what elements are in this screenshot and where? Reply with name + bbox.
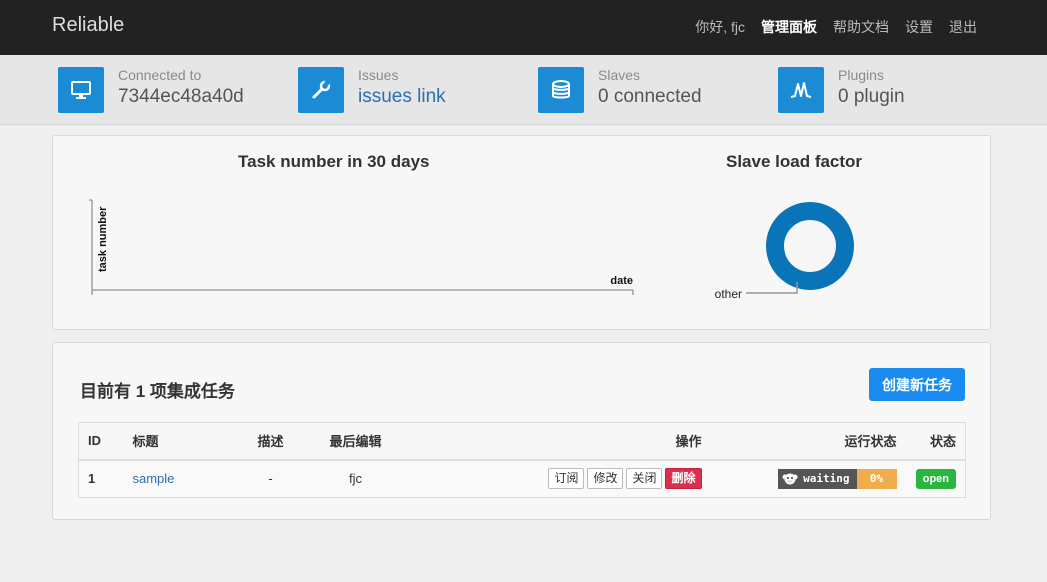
subscribe-button[interactable]: 订阅	[548, 468, 585, 490]
run-status-badge: waiting 0%	[778, 468, 897, 489]
tasks-heading: 目前有 1 项集成任务	[80, 382, 235, 401]
database-icon	[538, 67, 584, 113]
task-ops-cell: 订阅 修改 关闭 删除	[410, 459, 711, 498]
run-status-left: waiting	[778, 468, 857, 489]
nav-logout[interactable]: 退出	[949, 17, 977, 37]
task-title-link[interactable]: sample	[133, 471, 175, 486]
col-title: 标题	[122, 422, 241, 461]
stat-slaves-value: 0 connected	[598, 86, 702, 107]
table-row: 1 sample - fjc 订阅 修改 关闭 删除 waiting 0% op…	[78, 459, 966, 498]
greeting-label: 你好,	[695, 19, 728, 35]
nav-help-docs[interactable]: 帮助文档	[833, 17, 889, 37]
col-last-edit: 最后编辑	[300, 422, 411, 461]
col-status: 状态	[906, 422, 966, 461]
col-desc: 描述	[240, 422, 301, 461]
stats-bar: Connected to 7344ec48a40d Issues issues …	[0, 55, 1047, 125]
nav-admin-panel[interactable]: 管理面板	[761, 17, 817, 37]
x-axis-label: date	[610, 275, 633, 287]
table-header-row: ID 标题 描述 最后编辑 操作 运行状态 状态	[78, 422, 966, 461]
col-run-status: 运行状态	[710, 422, 907, 461]
create-task-button[interactable]: 创建新任务	[869, 368, 965, 401]
delete-button[interactable]: 删除	[665, 468, 702, 490]
col-id: ID	[78, 422, 123, 461]
progress-text: 0%	[856, 468, 897, 489]
username: fjc	[731, 19, 745, 35]
tasks-panel: 目前有 1 项集成任务 创建新任务 ID 标题 描述 最后编辑 操作 运行状态 …	[52, 342, 991, 520]
slave-donut-chart: other	[715, 202, 854, 301]
wrench-icon	[298, 67, 344, 113]
close-button[interactable]: 关闭	[626, 468, 663, 490]
slave-chart-title: Slave load factor	[726, 152, 863, 171]
task-status-cell: open	[906, 459, 966, 498]
status-badge: open	[915, 468, 956, 489]
navbar: Reliable 你好, fjc 管理面板 帮助文档 设置 退出	[0, 0, 1047, 55]
task-id: 1	[78, 459, 123, 498]
task-title-cell: sample	[122, 459, 241, 498]
stat-slaves-label: Slaves	[598, 67, 641, 83]
tasks-table: ID 标题 描述 最后编辑 操作 运行状态 状态 1 sample - fjc …	[78, 422, 966, 498]
slice-label-other: other	[715, 287, 742, 301]
donut-slice-other	[766, 202, 854, 290]
donut-slices	[766, 202, 854, 290]
task-run-status-cell: waiting 0%	[710, 459, 907, 498]
nav-menu: 你好, fjc 管理面板 帮助文档 设置 退出	[695, 17, 977, 37]
task-last-edit: fjc	[300, 459, 411, 498]
col-ops: 操作	[410, 422, 711, 461]
stat-plugins-label: Plugins	[838, 67, 884, 83]
run-state-text: waiting	[803, 472, 850, 486]
task-line-chart: task number date	[89, 199, 634, 295]
nav-settings[interactable]: 设置	[905, 17, 933, 37]
brand-logo[interactable]: Reliable	[52, 14, 124, 37]
task-chart-title: Task number in 30 days	[238, 152, 430, 171]
stat-plugins-value: 0 plugin	[838, 86, 905, 107]
stat-connected-value: 7344ec48a40d	[118, 86, 244, 107]
greeting-text: 你好, fjc	[695, 17, 745, 37]
plugin-icon	[778, 67, 824, 113]
task-desc: -	[240, 459, 301, 498]
monkey-icon	[782, 473, 798, 485]
stat-connected-label: Connected to	[118, 67, 202, 83]
charts-panel: Task number in 30 days task number date …	[52, 135, 991, 330]
edit-button[interactable]: 修改	[587, 468, 624, 490]
issues-link[interactable]: issues link	[358, 86, 446, 108]
monitor-icon	[58, 67, 104, 113]
stat-issues-label: Issues	[358, 67, 399, 83]
y-axis-label: task number	[97, 206, 109, 272]
